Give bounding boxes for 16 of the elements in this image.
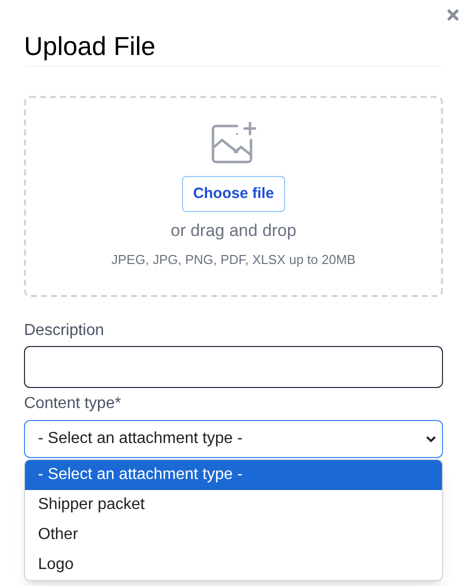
dropdown-option[interactable]: Shipper packet (25, 490, 442, 520)
dropzone[interactable]: Choose file or drag and drop JPEG, JPG, PNG, PDF, XLSX up to 20MB (24, 96, 443, 297)
choose-file-button[interactable]: Choose file (182, 176, 285, 212)
chevron-down-icon (426, 436, 436, 442)
content-type-select[interactable]: - Select an attachment type - (24, 420, 443, 458)
dropdown-option[interactable]: Logo (25, 550, 442, 580)
field-label: Description (24, 321, 106, 341)
dropdown-option[interactable]: Other (25, 520, 442, 550)
description-field[interactable] (24, 346, 443, 388)
field-label: Content type* (24, 394, 122, 414)
dropdown-option[interactable]: - Select an attachment type - (25, 460, 442, 490)
add-image-icon (211, 122, 256, 164)
dialog-title: Upload File (24, 30, 443, 67)
drop-hint: or drag and drop (170, 220, 296, 242)
file-formats: JPEG, JPG, PNG, PDF, XLSX up to 20MB (111, 250, 356, 269)
close-icon[interactable] (447, 9, 459, 21)
